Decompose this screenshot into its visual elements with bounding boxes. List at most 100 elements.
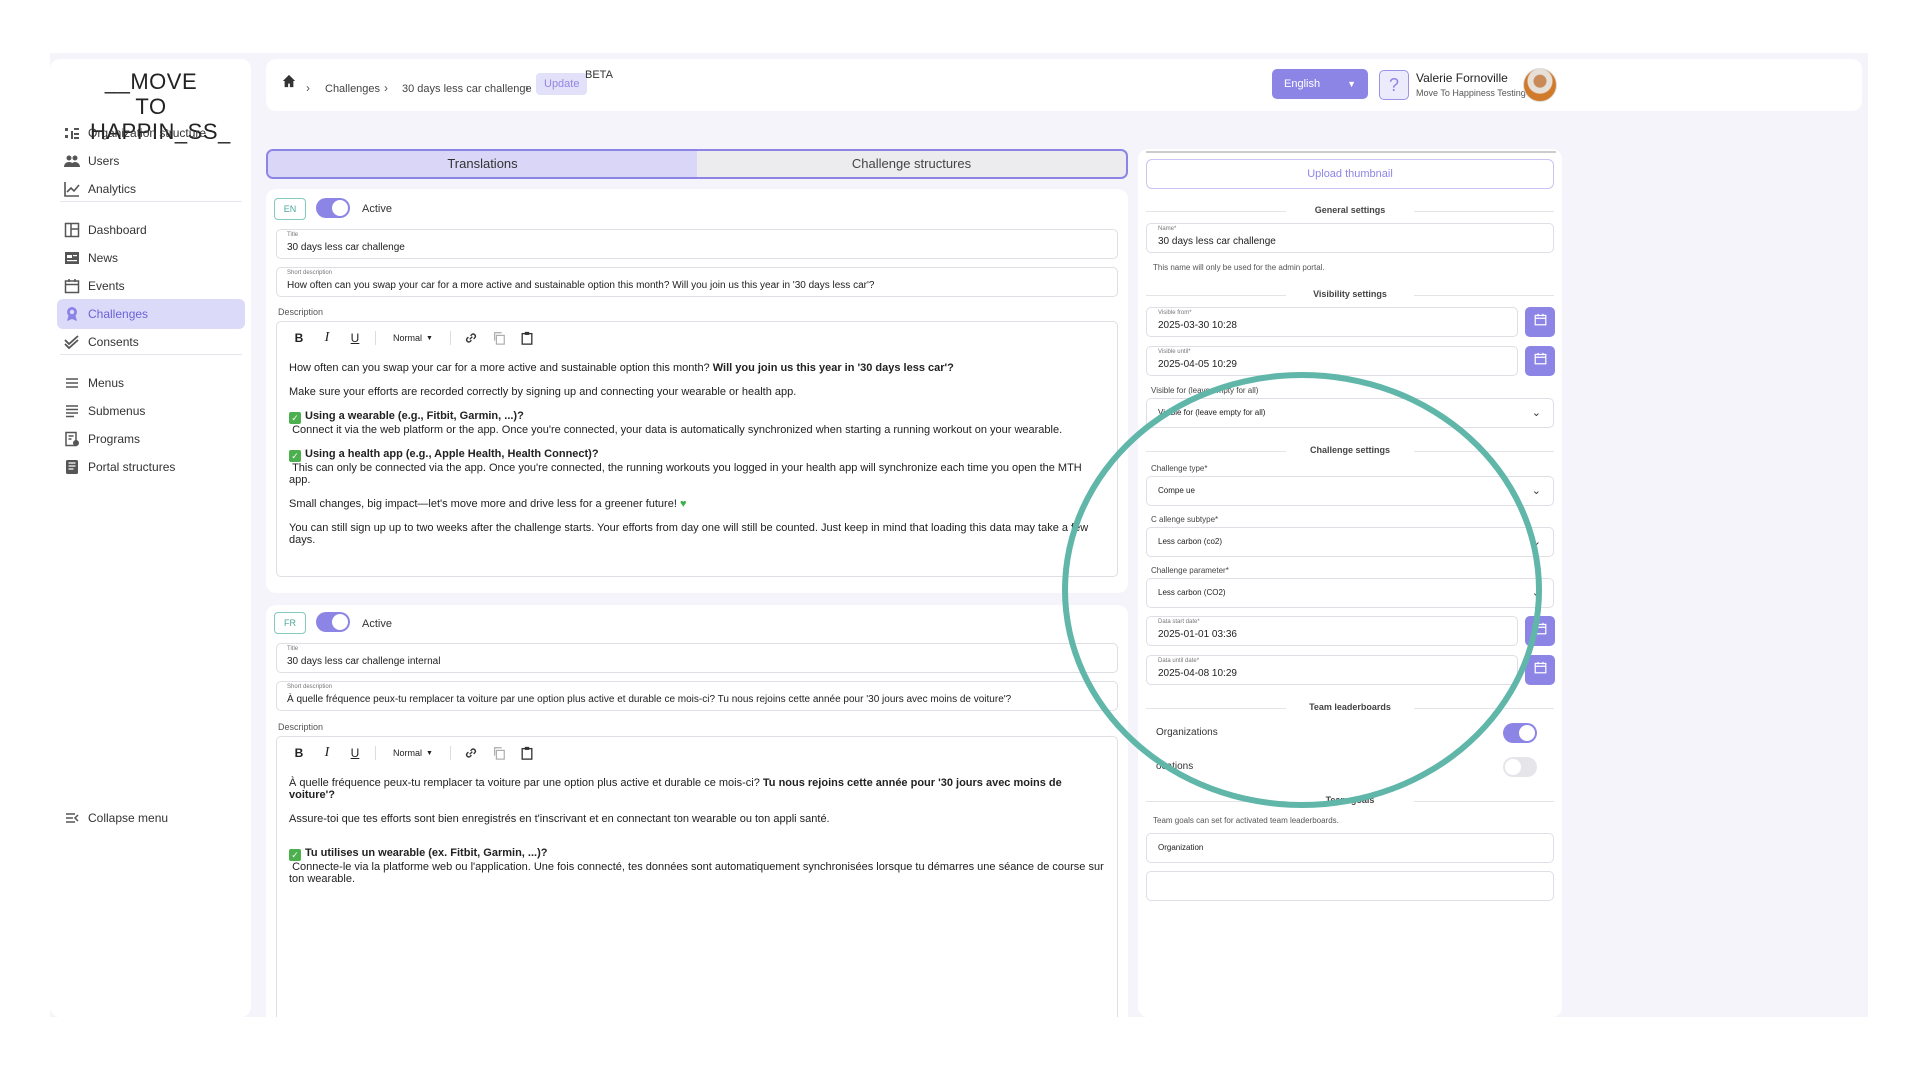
field-value: 30 days less car challenge [287,242,405,253]
field-value: À quelle fréquence peux-tu remplacer ta … [287,694,1012,705]
description-editor-en[interactable]: B I U Normal ▼ How often can you swap you… [276,321,1118,577]
sidebar-item-portal-structures[interactable]: Portal structures [57,452,245,482]
breadcrumb-challenge[interactable]: 30 days less car challenge [402,83,532,95]
organizations-label: Organizations [1156,727,1218,738]
title-field-fr[interactable]: Title 30 days less car challenge interna… [276,643,1118,673]
name-helper-text: This name will only be used for the admi… [1153,263,1325,272]
format-select[interactable]: Normal ▼ [382,333,444,343]
language-badge-fr: FR [274,612,306,634]
clipboard-icon[interactable] [513,331,541,345]
paragraph-bold-text: Will you join us this year in '30 days l… [712,362,954,374]
field-caption: Title [287,646,299,652]
help-button[interactable]: ? [1379,70,1409,100]
link-icon[interactable] [457,746,485,760]
organizations-toggle[interactable] [1503,723,1537,743]
challenge-type-select[interactable]: Compe ue ⌄ [1146,476,1554,506]
locations-label: ocations [1156,761,1194,772]
challenge-parameter-select[interactable]: Less carbon (CO2) ⌄ [1146,578,1554,608]
team-goals-next-field[interactable] [1146,871,1554,901]
breadcrumb-current: Update [536,73,588,95]
underline-icon[interactable]: U [341,331,369,345]
sidebar-item-dashboard[interactable]: Dashboard [57,215,245,245]
breadcrumb-chevron-icon: › [306,81,310,95]
language-value: English [1284,78,1321,90]
short-description-field-fr[interactable]: Short description À quelle fréquence peu… [276,681,1118,711]
sidebar-item-label: Analytics [88,182,137,196]
locations-toggle[interactable] [1503,757,1537,777]
sidebar-item-challenges[interactable]: Challenges [57,299,245,329]
team-goals-organization-field[interactable]: Organization [1146,833,1554,863]
avatar[interactable] [1523,68,1557,102]
format-value: Normal [393,748,423,758]
upload-thumbnail-button[interactable]: Upload thumbnail [1146,159,1554,189]
visible-from-calendar-button[interactable] [1525,307,1555,337]
tab-challenge-structures[interactable]: Challenge structures [697,151,1126,177]
description-editor-fr[interactable]: B I U Normal ▼ À quelle fréquence peux-tu… [276,736,1118,1017]
visible-until-calendar-button[interactable] [1525,346,1555,376]
challenge-type-label: Challenge type* [1151,464,1208,473]
sidebar-item-consents[interactable]: Consents [57,327,245,357]
sidebar-item-analytics[interactable]: Analytics [57,174,245,204]
language-select[interactable]: English ▼ [1272,69,1368,99]
menu-icon [63,374,81,392]
paragraph-bold-text: Using a health app (e.g., Apple Health, … [305,448,599,460]
toolbar-divider [450,331,451,345]
field-value: 30 days less car challenge [1158,236,1276,247]
paragraph-text: À quelle fréquence peux-tu remplacer ta … [289,777,763,789]
copy-icon[interactable] [485,331,513,345]
bold-icon[interactable]: B [285,746,313,760]
underline-icon[interactable]: U [341,746,369,760]
name-field[interactable]: Name* 30 days less car challenge [1146,223,1554,253]
select-value: Visible for (leave empty for all) [1158,408,1266,417]
format-select[interactable]: Normal ▼ [382,748,444,758]
calendar-icon [1534,352,1547,370]
field-caption: Short description [287,684,333,690]
clipboard-icon[interactable] [513,746,541,760]
italic-icon[interactable]: I [313,745,341,761]
select-value: Less carbon (CO2) [1158,588,1226,597]
visible-for-select[interactable]: Visible for (leave empty for all) ⌄ [1146,398,1554,428]
breadcrumb-chevron-icon: › [384,81,388,95]
sidebar-item-label: Portal structures [88,460,176,474]
link-icon[interactable] [457,331,485,345]
sidebar-item-submenus[interactable]: Submenus [57,396,245,426]
sidebar-item-label: News [88,251,119,265]
data-until-date-field[interactable]: Data until date* 2025-04-08 10:29 [1146,655,1518,685]
paragraph-text: Connect it via the web platform or the a… [292,424,1063,436]
visible-until-field[interactable]: Visible until* 2025-04-05 10:29 [1146,346,1518,376]
sidebar-item-label: Consents [88,335,139,349]
paragraph-bold-text: Tu utilises un wearable (ex. Fitbit, Gar… [305,847,548,859]
data-until-calendar-button[interactable] [1525,655,1555,685]
active-toggle-en[interactable] [316,198,350,218]
editor-toolbar: B I U Normal ▼ [285,328,541,348]
data-start-calendar-button[interactable] [1525,616,1555,646]
italic-icon[interactable]: I [313,330,341,346]
visible-for-label: Visible for (leave empty for all) [1151,386,1259,395]
short-description-field-en[interactable]: Short description How often can you swap… [276,267,1118,297]
collapse-menu-button[interactable]: Collapse menu [57,803,245,833]
toolbar-divider [450,746,451,760]
active-label: Active [362,203,392,215]
home-icon[interactable] [282,74,296,93]
collapse-menu-label: Collapse menu [88,811,169,825]
title-field-en[interactable]: Title 30 days less car challenge [276,229,1118,259]
breadcrumb-challenges[interactable]: Challenges [325,83,380,95]
analytics-icon [63,180,81,198]
visible-from-field[interactable]: Visible from* 2025-03-30 10:28 [1146,307,1518,337]
bold-icon[interactable]: B [285,331,313,345]
tab-translations[interactable]: Translations [268,151,697,177]
calendar-icon [1534,661,1547,679]
sidebar-item-events[interactable]: Events [57,271,245,301]
sidebar-item-programs[interactable]: Programs [57,424,245,454]
data-start-date-field[interactable]: Data start date* 2025-01-01 03:36 [1146,616,1518,646]
copy-icon[interactable] [485,746,513,760]
sidebar-item-menus[interactable]: Menus [57,368,245,398]
sidebar-item-news[interactable]: News [57,243,245,273]
active-toggle-fr[interactable] [316,612,350,632]
challenge-subtype-select[interactable]: Less carbon (co2) ⌄ [1146,527,1554,557]
sidebar-item-organization-structure[interactable]: Organization structure [57,118,245,148]
toolbar-divider [375,746,376,760]
field-caption: Data start date* [1158,619,1200,625]
sidebar-item-users[interactable]: Users [57,146,245,176]
paragraph-text: Make sure your efforts are recorded corr… [289,386,797,398]
